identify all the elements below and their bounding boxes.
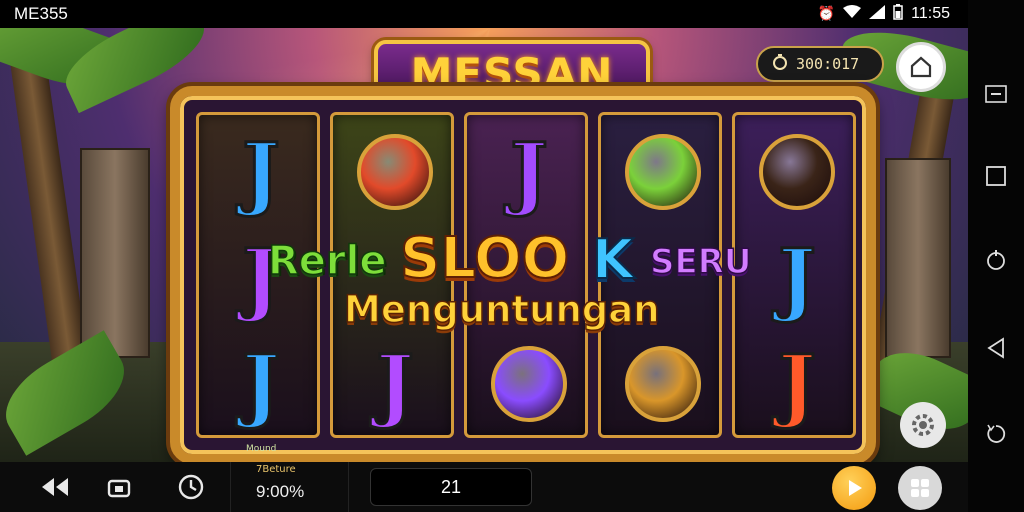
nav-minimize-button[interactable] [982, 80, 1010, 108]
gem-symbol-icon [759, 134, 835, 210]
clock-icon [178, 474, 204, 500]
divider [230, 462, 231, 512]
wifi-icon [843, 5, 862, 22]
reel-symbol: J [216, 127, 306, 217]
gem-symbol-icon [491, 346, 567, 422]
nav-back-button[interactable] [982, 334, 1010, 362]
reel-symbol [752, 127, 842, 217]
nav-recents-button[interactable] [982, 162, 1010, 190]
temple-pillar-right [885, 158, 951, 358]
back-icon [987, 337, 1004, 359]
recents-icon [986, 166, 1006, 186]
bottom-control-bar: Mound 7Beture 9:00% 21 [0, 444, 968, 512]
rewind-icon [42, 478, 68, 496]
reel-symbol: J [216, 339, 306, 429]
reel-symbol: J [484, 127, 574, 217]
bet-value[interactable]: 9:00% [256, 482, 304, 502]
bank-button[interactable] [104, 472, 134, 502]
promo-word-3: K [591, 227, 635, 292]
autoplay-button[interactable] [176, 472, 206, 502]
j-symbol-icon: J [241, 125, 282, 219]
signal-icon [869, 5, 886, 22]
grid-icon [911, 479, 929, 497]
balance-display: 300:017 [756, 46, 884, 82]
menu-button[interactable] [898, 466, 942, 510]
reel-symbol: J [752, 339, 842, 429]
alarm-icon: ⏰ [817, 5, 836, 21]
reel-symbol [618, 339, 708, 429]
play-icon [849, 480, 862, 496]
temple-pillar-left [80, 148, 150, 358]
bet-label: 7Beture [256, 464, 296, 475]
home-button[interactable] [896, 42, 946, 92]
home-icon [910, 56, 932, 78]
j-symbol-icon: J [777, 337, 818, 431]
win-value: 21 [440, 476, 462, 497]
timer-icon [772, 54, 788, 74]
spin-button[interactable] [832, 466, 876, 510]
reel-symbol [618, 127, 708, 217]
j-symbol-icon: J [777, 231, 818, 325]
rewind-button[interactable] [40, 472, 70, 502]
chest-icon [107, 479, 131, 498]
reel-symbol [350, 127, 440, 217]
divider [348, 462, 349, 512]
win-display: 21 [370, 468, 532, 506]
rotate-icon [987, 424, 1006, 443]
reel-symbol: J [350, 339, 440, 429]
j-symbol-icon: J [241, 337, 282, 431]
gear-icon [912, 414, 934, 436]
nav-home-button[interactable] [982, 246, 1010, 274]
promo-word-4: SERU [649, 241, 752, 283]
nav-rotate-button[interactable] [982, 420, 1010, 448]
mini-label: Mound [246, 444, 277, 454]
clock-label: 11:55 [911, 4, 950, 22]
promo-word-1: Rerle [267, 237, 387, 285]
minimize-icon [985, 85, 1007, 103]
gem-symbol-icon [625, 346, 701, 422]
game-scene: MESSAN 300:017 JJJJJJJ Rerle SLOO K SERU… [0, 28, 968, 462]
j-symbol-icon: J [509, 125, 550, 219]
gem-symbol-icon [625, 134, 701, 210]
system-nav-bar [968, 0, 1024, 512]
settings-button[interactable] [900, 402, 946, 448]
balance-value: 300:017 [796, 55, 860, 73]
status-icons: ⏰ 11:55 [818, 4, 950, 23]
promo-subtitle: Menguntungan [343, 287, 660, 332]
carrier-label: ME355 [14, 4, 68, 23]
circle-home-icon [987, 250, 1005, 270]
j-symbol-icon: J [375, 337, 416, 431]
status-bar: ME355 ⏰ 11:55 [0, 0, 968, 28]
gem-symbol-icon [357, 134, 433, 210]
promo-word-2: SLOO [399, 225, 570, 292]
battery-icon [893, 4, 903, 23]
reel-symbol [484, 339, 574, 429]
